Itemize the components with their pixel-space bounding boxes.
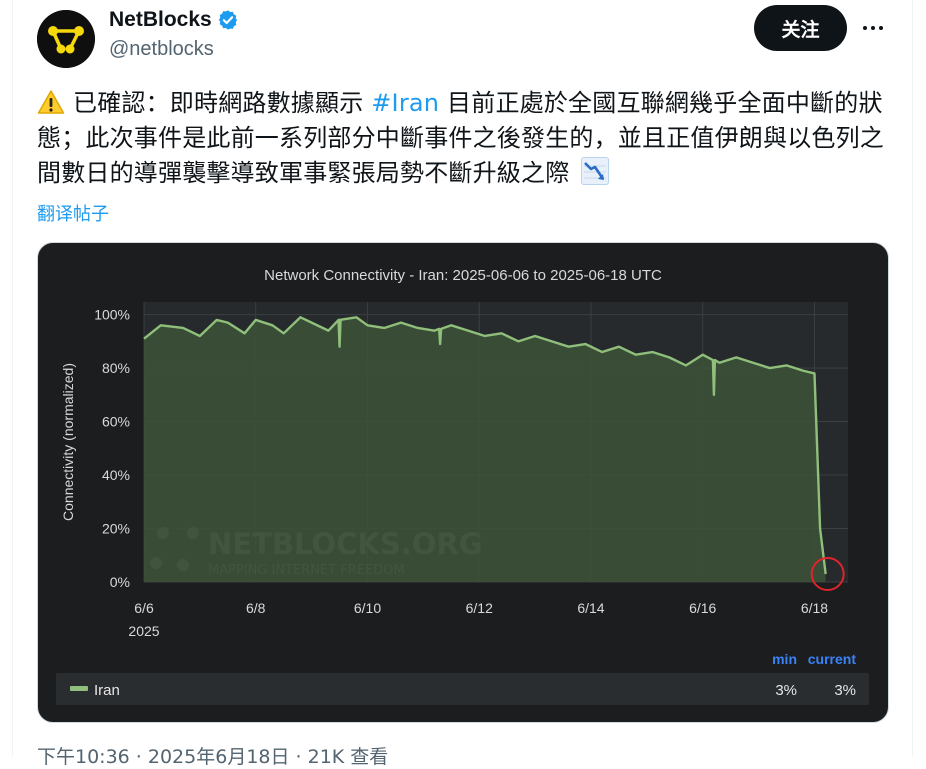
- x-tick-label: 6/6: [134, 600, 154, 616]
- legend-swatch-iran: [70, 686, 88, 691]
- legend-row-bg: [56, 673, 869, 705]
- more-options-icon[interactable]: [860, 15, 886, 41]
- author-name[interactable]: NetBlocks: [109, 7, 212, 33]
- y-tick-label: 100%: [94, 307, 130, 323]
- chart-image[interactable]: Network Connectivity - Iran: 2025-06-06 …: [37, 242, 889, 723]
- legend-current-value: 3%: [834, 682, 856, 699]
- follow-button[interactable]: 关注: [754, 5, 847, 51]
- x-tick-year: 2025: [128, 623, 159, 639]
- y-tick-label: 60%: [102, 414, 130, 430]
- warning-icon: [37, 90, 65, 114]
- x-tick-label: 6/18: [801, 600, 828, 616]
- y-axis-label: Connectivity (normalized): [60, 363, 76, 521]
- verified-badge-icon: [218, 10, 237, 30]
- legend-min-header: min: [772, 651, 797, 667]
- avatar[interactable]: [37, 10, 95, 68]
- chart-title: Network Connectivity - Iran: 2025-06-06 …: [264, 267, 662, 284]
- post-text: 已確認：即時網路數據顯示 #Iran 目前正處於全國互聯網幾乎全面中斷的狀態；此…: [37, 86, 887, 191]
- hashtag-link[interactable]: #Iran: [371, 89, 439, 117]
- author-name-row[interactable]: NetBlocks: [109, 7, 239, 33]
- y-tick-label: 40%: [102, 467, 130, 483]
- author-handle[interactable]: @netblocks: [109, 38, 214, 61]
- translate-post-link[interactable]: 翻译帖子: [37, 200, 109, 226]
- x-tick-label: 6/16: [689, 600, 716, 616]
- post-text-part-1: 已確認：即時網路數據顯示: [73, 89, 372, 117]
- legend-name-iran: Iran: [94, 682, 120, 699]
- chart-decreasing-icon: [581, 157, 610, 185]
- connectivity-chart: Network Connectivity - Iran: 2025-06-06 …: [56, 267, 869, 705]
- y-tick-label: 80%: [102, 360, 130, 376]
- x-tick-label: 6/8: [246, 600, 266, 616]
- legend-min-value: 3%: [775, 682, 797, 699]
- x-tick-label: 6/10: [354, 600, 381, 616]
- y-tick-label: 20%: [102, 521, 130, 537]
- y-tick-label: 0%: [110, 574, 130, 590]
- x-tick-label: 6/14: [577, 600, 604, 616]
- x-tick-label: 6/12: [466, 600, 493, 616]
- legend-current-header: current: [808, 651, 857, 667]
